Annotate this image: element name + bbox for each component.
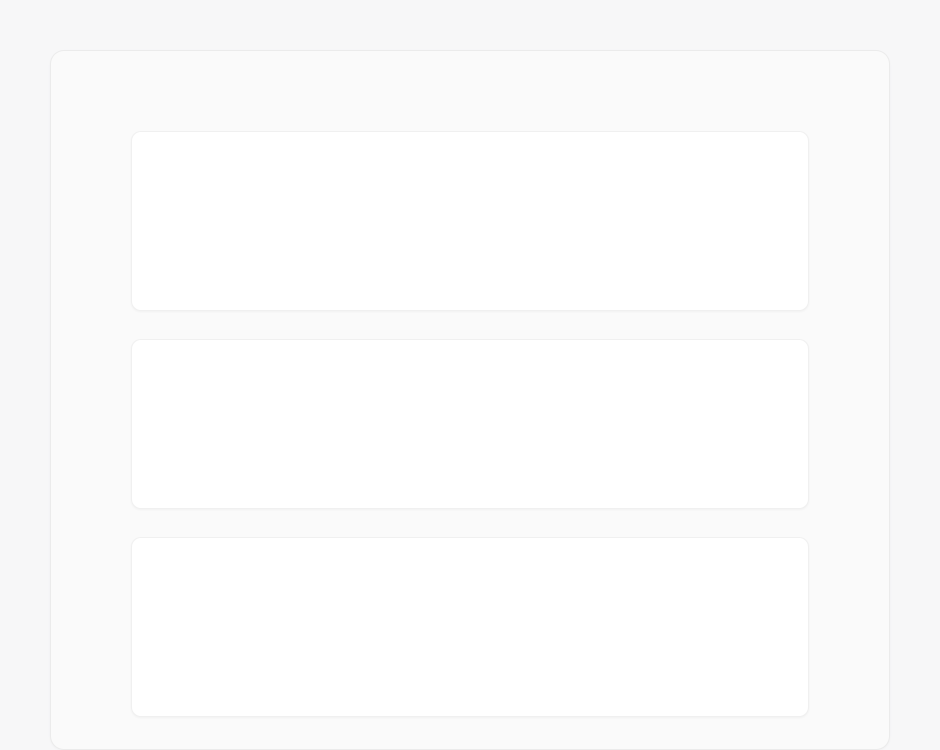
list-item — [131, 339, 809, 509]
list-item — [131, 131, 809, 311]
list-item — [131, 537, 809, 717]
outer-container-card — [50, 50, 890, 750]
